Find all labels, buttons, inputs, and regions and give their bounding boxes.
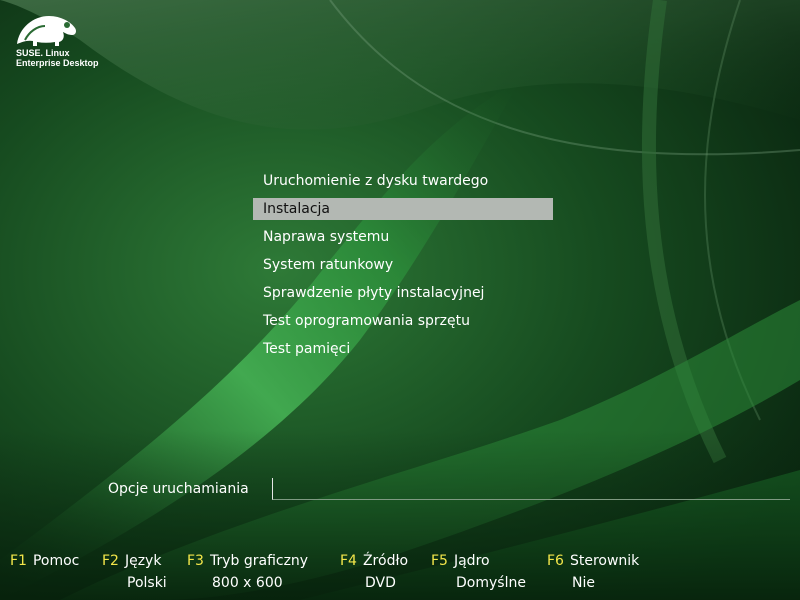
- menu-item-installation[interactable]: Instalacja: [253, 198, 553, 220]
- fkey-f2-language[interactable]: F2 Język Polski: [102, 550, 167, 591]
- function-key-bar: F1 Pomoc F2 Język Polski F3 Tryb graficzny …: [0, 550, 800, 600]
- fkey-f3-video-mode[interactable]: F3 Tryb graficzny 800 x 600: [187, 550, 309, 591]
- fkey-f4-name: Źródło: [362, 553, 409, 569]
- fkey-f1-key: F1: [10, 553, 27, 569]
- fkey-f5-value: Domyślne: [456, 575, 526, 591]
- fkey-f3-name: Tryb graficzny: [209, 553, 309, 569]
- fkey-f4-value: DVD: [365, 575, 396, 591]
- fkey-f4-key: F4: [340, 553, 357, 569]
- boot-options-label: Opcje uruchamiania: [108, 481, 249, 497]
- fkey-f2-value: Polski: [127, 575, 167, 591]
- menu-item-memory-test[interactable]: Test pamięci: [253, 338, 553, 360]
- menu-item-repair-system[interactable]: Naprawa systemu: [253, 226, 553, 248]
- menu-item-rescue-system[interactable]: System ratunkowy: [253, 254, 553, 276]
- logo-line-2: Enterprise Desktop: [16, 58, 99, 68]
- menu-item-check-media[interactable]: Sprawdzenie płyty instalacyjnej: [253, 282, 553, 304]
- fkey-f6-value: Nie: [572, 575, 595, 591]
- fkey-f2-key: F2: [102, 553, 119, 569]
- fkey-f6-name: Sterownik: [569, 553, 640, 569]
- fkey-f4-source[interactable]: F4 Źródło DVD: [340, 550, 409, 591]
- boot-options-input[interactable]: [272, 478, 790, 500]
- fkey-f6-key: F6: [547, 553, 564, 569]
- fkey-f2-name: Język: [124, 553, 162, 569]
- chameleon-icon: [17, 16, 76, 46]
- suse-logo: SUSE. Linux Enterprise Desktop: [15, 10, 135, 72]
- fkey-f5-name: Jądro: [453, 553, 490, 569]
- fkey-f1-help[interactable]: F1 Pomoc: [10, 550, 79, 572]
- fkey-f5-kernel[interactable]: F5 Jądro Domyślne: [431, 550, 526, 591]
- fkey-f3-key: F3: [187, 553, 204, 569]
- menu-item-boot-harddisk[interactable]: Uruchomienie z dysku twardego: [253, 170, 553, 192]
- logo-line-1: SUSE. Linux: [16, 48, 70, 58]
- fkey-f6-driver[interactable]: F6 Sterownik Nie: [547, 550, 640, 591]
- boot-menu: Uruchomienie z dysku twardego Instalacja…: [253, 170, 553, 366]
- menu-item-firmware-test[interactable]: Test oprogramowania sprzętu: [253, 310, 553, 332]
- fkey-f1-name: Pomoc: [32, 553, 80, 569]
- fkey-f5-key: F5: [431, 553, 448, 569]
- fkey-f3-value: 800 x 600: [212, 575, 283, 591]
